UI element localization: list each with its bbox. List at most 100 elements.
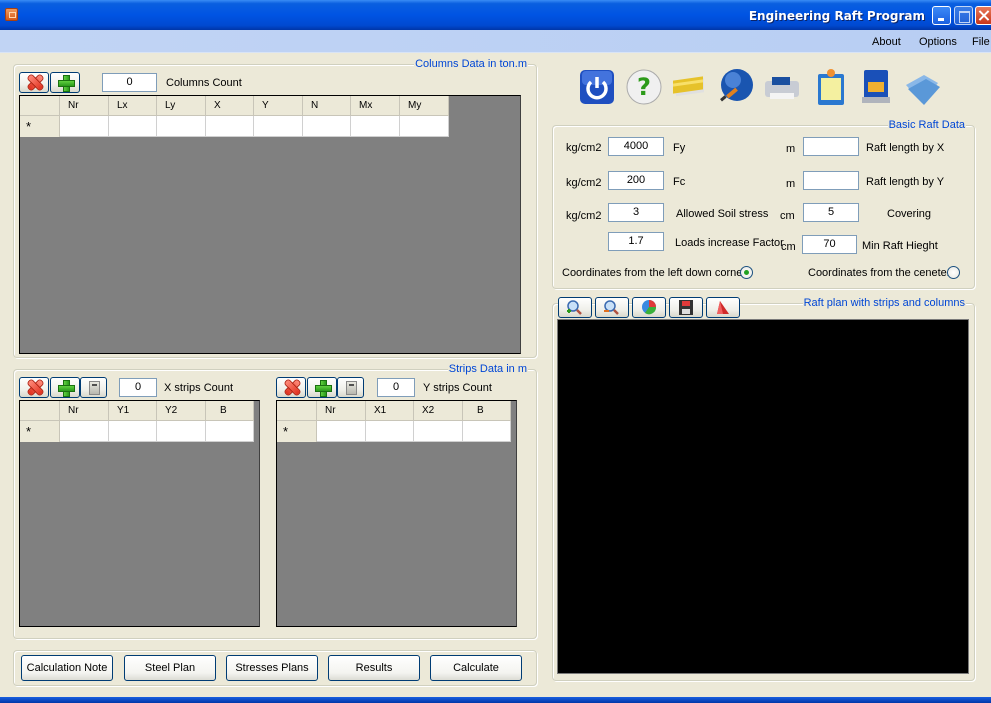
radio-left-corner[interactable] bbox=[740, 266, 753, 279]
add-y-strip-button[interactable] bbox=[307, 377, 337, 398]
soil-stress-field[interactable]: 3 bbox=[608, 203, 664, 222]
cell-b[interactable] bbox=[206, 421, 254, 442]
results-button[interactable]: Results bbox=[328, 655, 420, 681]
min-height-unit: cm bbox=[781, 241, 796, 253]
cell-x1[interactable] bbox=[366, 421, 414, 442]
cell-n[interactable] bbox=[303, 116, 351, 137]
delete-icon bbox=[28, 380, 42, 395]
zoom-out-button[interactable] bbox=[595, 297, 629, 318]
ys-header-x1[interactable]: X1 bbox=[366, 401, 414, 421]
y-strips-count-field[interactable]: 0 bbox=[377, 378, 415, 397]
col-header-x[interactable]: X bbox=[206, 96, 254, 116]
col-header-my[interactable]: My bbox=[400, 96, 449, 116]
delete-column-button[interactable] bbox=[19, 72, 49, 93]
delete-y-strip-button[interactable] bbox=[276, 377, 306, 398]
cell-ly[interactable] bbox=[157, 116, 206, 137]
fc-field[interactable]: 200 bbox=[608, 171, 664, 190]
cell-nr[interactable] bbox=[317, 421, 366, 442]
columns-count-field[interactable]: 0 bbox=[102, 73, 157, 92]
ys-header-nr[interactable]: Nr bbox=[317, 401, 366, 421]
columns-grid[interactable]: Nr Lx Ly X Y N Mx My * bbox=[19, 95, 521, 354]
cell-mx[interactable] bbox=[351, 116, 400, 137]
window-title: Engineering Raft Program bbox=[748, 9, 925, 23]
folder-open-icon[interactable] bbox=[902, 67, 942, 107]
xs-header-b[interactable]: B bbox=[206, 401, 254, 421]
min-height-label: Min Raft Hieght bbox=[862, 240, 938, 252]
delete-icon bbox=[285, 380, 299, 395]
cell-y1[interactable] bbox=[109, 421, 157, 442]
col-header-mx[interactable]: Mx bbox=[351, 96, 400, 116]
y-strips-grid[interactable]: Nr X1 X2 B * bbox=[276, 400, 517, 627]
calculate-button[interactable]: Calculate bbox=[430, 655, 522, 681]
cell-lx[interactable] bbox=[109, 116, 157, 137]
fy-field[interactable]: 4000 bbox=[608, 137, 664, 156]
table-row[interactable]: * bbox=[20, 116, 449, 137]
title-bar[interactable]: Engineering Raft Program bbox=[0, 0, 991, 30]
add-x-strip-button[interactable] bbox=[50, 377, 80, 398]
card-icon[interactable] bbox=[670, 67, 710, 107]
col-header-n[interactable]: N bbox=[303, 96, 351, 116]
cell-b[interactable] bbox=[463, 421, 511, 442]
cell-y2[interactable] bbox=[157, 421, 206, 442]
table-row[interactable]: * bbox=[277, 421, 511, 442]
menu-bar: About Options File bbox=[0, 30, 991, 53]
shape-button[interactable] bbox=[706, 297, 740, 318]
save-image-button[interactable] bbox=[669, 297, 703, 318]
add-icon bbox=[58, 75, 75, 92]
delete-x-strip-button[interactable] bbox=[19, 377, 49, 398]
app-icon[interactable] bbox=[5, 8, 18, 21]
col-header-lx[interactable]: Lx bbox=[109, 96, 157, 116]
cell-my[interactable] bbox=[400, 116, 449, 137]
minimize-button[interactable] bbox=[932, 6, 951, 25]
notepad-icon[interactable] bbox=[810, 67, 850, 107]
cell-x[interactable] bbox=[206, 116, 254, 137]
calc-y-strip-button[interactable] bbox=[337, 377, 364, 398]
raft-plan-canvas[interactable] bbox=[557, 319, 969, 674]
length-x-label: Raft length by X bbox=[866, 142, 945, 154]
grid-corner bbox=[277, 401, 317, 421]
steel-plan-button[interactable]: Steel Plan bbox=[124, 655, 216, 681]
covering-field[interactable]: 5 bbox=[803, 203, 859, 222]
col-header-nr[interactable]: Nr bbox=[60, 96, 109, 116]
ys-header-x2[interactable]: X2 bbox=[414, 401, 463, 421]
cell-nr[interactable] bbox=[60, 116, 109, 137]
radio-left-corner-label: Coordinates from the left down corner bbox=[562, 267, 747, 279]
menu-about[interactable]: About bbox=[872, 36, 901, 48]
min-height-field[interactable]: 70 bbox=[802, 235, 857, 254]
grid-corner bbox=[20, 96, 60, 116]
globe-brush-icon[interactable] bbox=[716, 67, 756, 107]
radio-center[interactable] bbox=[947, 266, 960, 279]
xs-header-nr[interactable]: Nr bbox=[60, 401, 109, 421]
calc-x-strip-button[interactable] bbox=[80, 377, 107, 398]
calculation-note-button[interactable]: Calculation Note bbox=[21, 655, 113, 681]
col-header-ly[interactable]: Ly bbox=[157, 96, 206, 116]
menu-options[interactable]: Options bbox=[919, 36, 957, 48]
cell-x2[interactable] bbox=[414, 421, 463, 442]
col-header-y[interactable]: Y bbox=[254, 96, 303, 116]
length-x-field[interactable] bbox=[803, 137, 859, 156]
x-strips-grid[interactable]: Nr Y1 Y2 B * bbox=[19, 400, 260, 627]
maximize-button[interactable] bbox=[954, 6, 973, 25]
add-column-button[interactable] bbox=[50, 72, 80, 93]
xs-header-y1[interactable]: Y1 bbox=[109, 401, 157, 421]
floppy-save-icon[interactable] bbox=[856, 67, 896, 107]
printer-icon[interactable] bbox=[762, 67, 802, 107]
stresses-plans-button[interactable]: Stresses Plans bbox=[226, 655, 318, 681]
y-strips-count-label: Y strips Count bbox=[423, 382, 492, 394]
soil-stress-unit: kg/cm2 bbox=[566, 210, 602, 222]
ys-header-b[interactable]: B bbox=[463, 401, 511, 421]
x-strips-count-field[interactable]: 0 bbox=[119, 378, 157, 397]
close-button[interactable] bbox=[975, 6, 991, 25]
xs-header-y2[interactable]: Y2 bbox=[157, 401, 206, 421]
menu-file[interactable]: File bbox=[972, 36, 990, 48]
power-icon[interactable] bbox=[578, 67, 618, 107]
color-button[interactable] bbox=[632, 297, 666, 318]
help-icon[interactable]: ? bbox=[624, 67, 664, 107]
zoom-in-button[interactable] bbox=[558, 297, 592, 318]
cell-nr[interactable] bbox=[60, 421, 109, 442]
cell-y[interactable] bbox=[254, 116, 303, 137]
table-row[interactable]: * bbox=[20, 421, 254, 442]
loads-factor-field[interactable]: 1.7 bbox=[608, 232, 664, 251]
covering-unit: cm bbox=[780, 210, 795, 222]
length-y-field[interactable] bbox=[803, 171, 859, 190]
